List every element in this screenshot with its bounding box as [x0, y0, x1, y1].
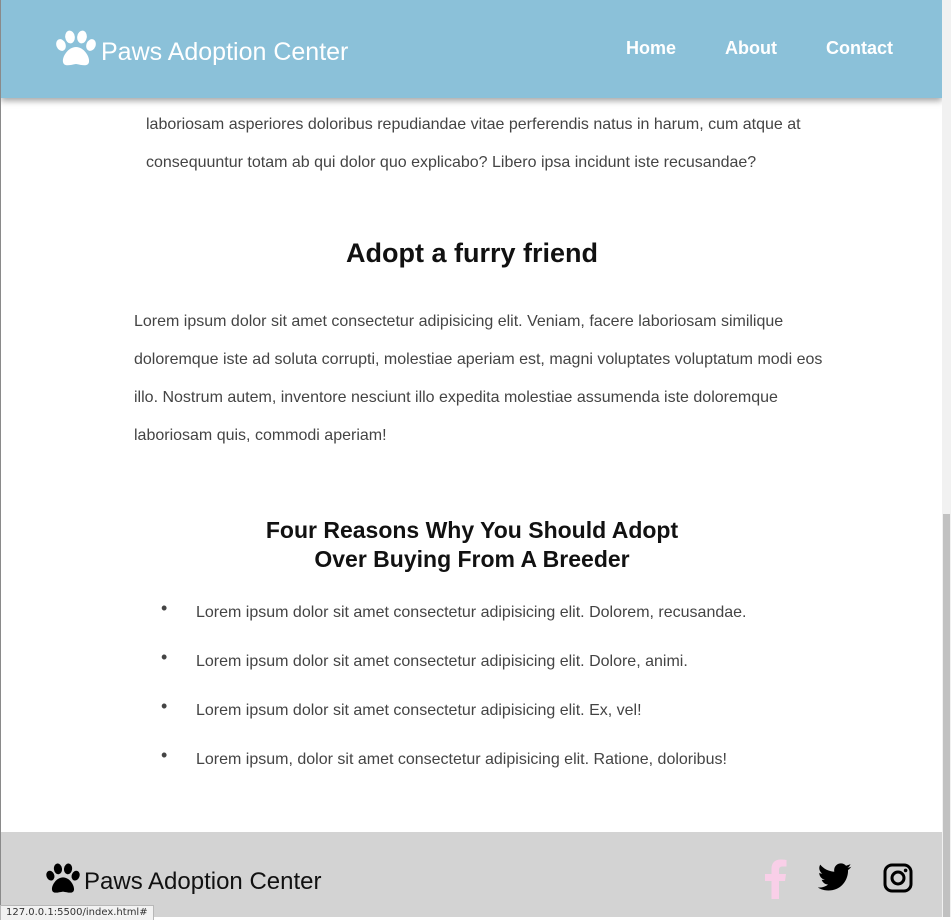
list-item-text: Lorem ipsum, dolor sit amet consectetur …: [196, 751, 727, 768]
reasons-heading-line2: Over Buying From A Breeder: [314, 546, 630, 572]
facebook-icon[interactable]: [763, 859, 787, 899]
page: Paws Adoption Center Home About Contact …: [0, 0, 942, 917]
instagram-icon[interactable]: [883, 863, 913, 893]
reasons-heading: Four Reasons Why You Should Adopt Over B…: [1, 516, 942, 574]
adopt-heading: Adopt a furry friend: [345, 238, 598, 268]
list-bullet: •: [161, 745, 168, 765]
reasons-heading-line1: Four Reasons Why You Should Adopt: [265, 517, 679, 543]
vertical-scrollbar[interactable]: [942, 0, 951, 917]
intro-paragraph: laboriosam asperiores doloribus repudian…: [146, 116, 801, 171]
list-bullet: •: [161, 598, 168, 618]
status-bar-url: 127.0.0.1:5500/index.html#: [0, 905, 154, 920]
list-bullet: •: [161, 696, 168, 716]
scrollbar-thumb[interactable]: [943, 514, 950, 917]
site-header: Paws Adoption Center Home About Contact: [1, 0, 942, 98]
footer-brand[interactable]: Paws Adoption Center: [45, 862, 321, 896]
list-item-text: Lorem ipsum dolor sit amet consectetur a…: [196, 702, 642, 719]
nav-contact-link[interactable]: Contact: [826, 38, 893, 59]
paw-icon: [46, 863, 80, 893]
nav-about-link[interactable]: About: [725, 38, 777, 59]
list-item-text: Lorem ipsum dolor sit amet consectetur a…: [196, 604, 747, 621]
footer-brand-name: Paws Adoption Center: [84, 868, 322, 895]
twitter-icon[interactable]: [818, 863, 852, 892]
list-bullet: •: [161, 647, 168, 667]
header-brand[interactable]: Paws Adoption Center: [55, 30, 348, 68]
nav-home-link[interactable]: Home: [626, 38, 676, 59]
paw-icon: [56, 30, 96, 66]
main-nav: Home About Contact: [626, 38, 893, 59]
list-item-text: Lorem ipsum dolor sit amet consectetur a…: [196, 653, 688, 670]
brand-name: Paws Adoption Center: [101, 37, 349, 66]
adopt-paragraph: Lorem ipsum dolor sit amet consectetur a…: [134, 313, 823, 444]
